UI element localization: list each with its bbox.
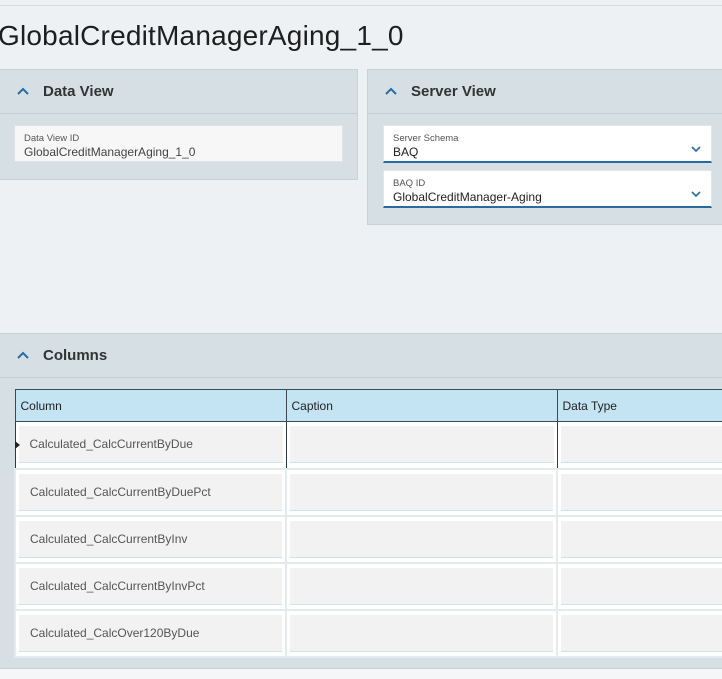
columns-table: Column Caption Data Type Calculated_Calc… <box>14 389 722 658</box>
table-row[interactable]: Calculated_CalcOver120ByDue <box>14 608 722 658</box>
data-view-id-label: Data View ID <box>24 133 80 144</box>
data-type-cell[interactable] <box>556 514 722 564</box>
caption-cell[interactable] <box>285 561 558 611</box>
baq-id-dropdown[interactable]: BAQ ID GlobalCreditManager-Aging <box>383 170 712 208</box>
column-cell[interactable]: Calculated_CalcCurrentByInvPct <box>14 561 287 611</box>
table-row[interactable]: Calculated_CalcCurrentByDue <box>14 421 722 469</box>
data-view-panel: Data View Data View ID GlobalCreditManag… <box>0 69 358 180</box>
columns-panel-header[interactable]: Columns <box>0 334 722 378</box>
data-view-id-field: Data View ID GlobalCreditManagerAging_1_… <box>14 125 343 162</box>
column-value: Calculated_CalcCurrentByInvPct <box>19 567 282 605</box>
data-type-cell[interactable] <box>556 467 722 517</box>
data-type-cell[interactable] <box>556 421 722 469</box>
table-header-row: Column Caption Data Type <box>14 389 722 422</box>
column-cell[interactable]: Calculated_CalcOver120ByDue <box>14 608 287 658</box>
server-view-title: Server View <box>411 83 496 100</box>
chevron-up-icon[interactable] <box>17 351 31 361</box>
columns-title: Columns <box>43 347 108 364</box>
server-view-panel: Server View Server Schema BAQ BAQ ID Glo… <box>367 69 722 225</box>
data-type-value <box>561 614 722 652</box>
caption-value <box>290 473 553 511</box>
table-row[interactable]: Calculated_CalcCurrentByInvPct <box>14 561 722 611</box>
caption-cell[interactable] <box>285 467 558 517</box>
column-value: Calculated_CalcOver120ByDue <box>19 614 282 652</box>
caption-value <box>289 426 554 464</box>
column-header-data-type[interactable]: Data Type <box>556 389 722 422</box>
table-row[interactable]: Calculated_CalcCurrentByInv <box>14 514 722 564</box>
caption-cell[interactable] <box>285 608 558 658</box>
column-cell[interactable]: Calculated_CalcCurrentByDue <box>14 421 287 469</box>
server-schema-value: BAQ <box>393 145 419 159</box>
top-divider <box>0 5 722 6</box>
data-type-value <box>561 473 722 511</box>
row-indicator-icon <box>14 441 20 449</box>
column-value: Calculated_CalcCurrentByDue <box>18 426 283 464</box>
server-view-panel-header[interactable]: Server View <box>368 70 722 114</box>
data-view-id-value: GlobalCreditManagerAging_1_0 <box>24 145 196 159</box>
column-header-caption[interactable]: Caption <box>285 389 558 422</box>
caption-cell[interactable] <box>285 514 558 564</box>
column-value: Calculated_CalcCurrentByInv <box>19 520 282 558</box>
server-schema-dropdown[interactable]: Server Schema BAQ <box>383 125 712 163</box>
data-view-panel-header[interactable]: Data View <box>0 70 357 114</box>
data-type-value <box>561 567 722 605</box>
chevron-up-icon[interactable] <box>17 87 31 97</box>
chevron-up-icon[interactable] <box>385 87 399 97</box>
caption-cell[interactable] <box>285 421 558 469</box>
data-type-value <box>561 520 722 558</box>
data-type-cell[interactable] <box>556 608 722 658</box>
column-cell[interactable]: Calculated_CalcCurrentByInv <box>14 514 287 564</box>
column-value: Calculated_CalcCurrentByDuePct <box>19 473 282 511</box>
columns-grid: Column Caption Data Type Calculated_Calc… <box>14 389 722 659</box>
data-type-cell[interactable] <box>556 561 722 611</box>
caption-value <box>290 567 553 605</box>
server-schema-label: Server Schema <box>393 133 459 144</box>
page-title: GlobalCreditManagerAging_1_0 <box>0 20 404 51</box>
bottom-divider <box>0 668 722 679</box>
caption-value <box>290 614 553 652</box>
baq-id-label: BAQ ID <box>393 178 426 189</box>
caption-value <box>290 520 553 558</box>
data-view-title: Data View <box>43 83 114 100</box>
chevron-down-icon[interactable] <box>691 185 701 198</box>
baq-id-value: GlobalCreditManager-Aging <box>393 190 542 204</box>
column-header-column[interactable]: Column <box>14 389 287 422</box>
data-type-value <box>560 426 722 464</box>
table-row[interactable]: Calculated_CalcCurrentByDuePct <box>14 467 722 517</box>
column-cell[interactable]: Calculated_CalcCurrentByDuePct <box>14 467 287 517</box>
chevron-down-icon[interactable] <box>691 140 701 153</box>
